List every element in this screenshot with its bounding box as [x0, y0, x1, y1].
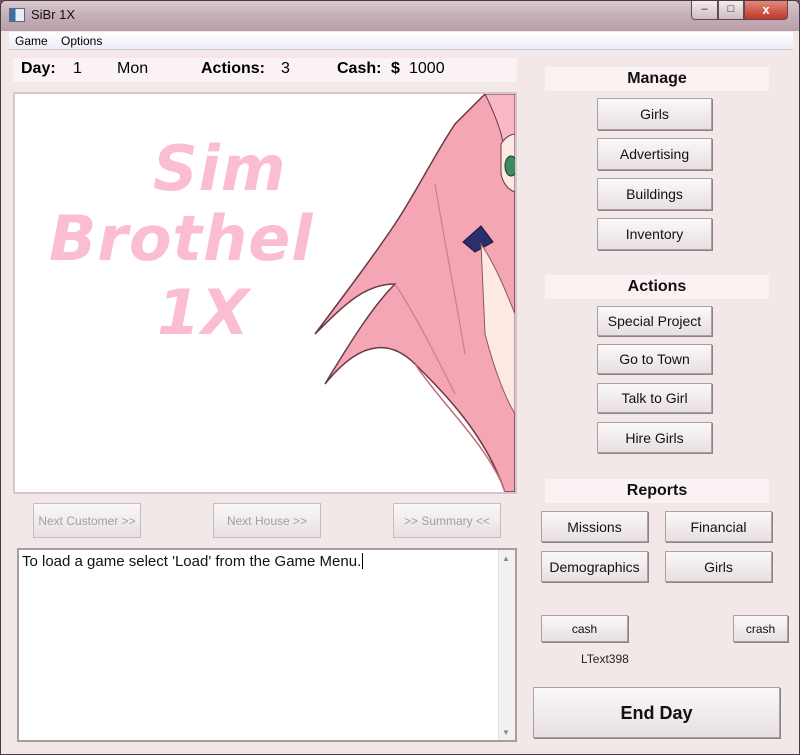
main-window: SiBr 1X – □ x Game Options Day: 1 Mon Ac…	[0, 0, 800, 755]
manage-girls-button[interactable]: Girls	[597, 98, 712, 130]
manage-heading: Manage	[545, 67, 769, 91]
crash-button[interactable]: crash	[733, 615, 788, 642]
window-title: SiBr 1X	[31, 7, 76, 22]
cash-button[interactable]: cash	[541, 615, 628, 642]
girls-report-button[interactable]: Girls	[665, 551, 772, 582]
close-button[interactable]: x	[744, 1, 788, 20]
maximize-button[interactable]: □	[718, 1, 744, 20]
scroll-up-icon[interactable]: ▲	[502, 554, 510, 563]
debug-label: LText398	[581, 652, 629, 666]
talk-to-girl-button[interactable]: Talk to Girl	[597, 383, 712, 413]
menu-bar: Game Options	[9, 32, 793, 50]
cash-label: Cash:	[337, 60, 382, 77]
menu-game[interactable]: Game	[15, 34, 48, 48]
actions-heading: Actions	[545, 275, 769, 299]
go-to-town-button[interactable]: Go to Town	[597, 344, 712, 374]
special-project-button[interactable]: Special Project	[597, 306, 712, 336]
actions-label: Actions:	[201, 60, 265, 77]
next-house-button[interactable]: Next House >>	[213, 503, 321, 538]
reports-heading: Reports	[545, 479, 769, 503]
message-scrollbar[interactable]: ▲ ▼	[498, 550, 515, 740]
weekday-value: Mon	[117, 60, 149, 77]
scroll-down-icon[interactable]: ▼	[502, 728, 510, 737]
message-textbox[interactable]: To load a game select 'Load' from the Ga…	[17, 548, 517, 742]
end-day-button[interactable]: End Day	[533, 687, 780, 738]
hire-girls-button[interactable]: Hire Girls	[597, 422, 712, 453]
advertising-button[interactable]: Advertising	[597, 138, 712, 170]
financial-report-button[interactable]: Financial	[665, 511, 772, 542]
anime-girl-illustration	[314, 94, 515, 492]
cash-value: 1000	[409, 60, 445, 77]
menu-options[interactable]: Options	[61, 34, 102, 48]
day-value: 1	[73, 60, 82, 77]
next-customer-button[interactable]: Next Customer >>	[33, 503, 141, 538]
text-caret	[362, 553, 364, 569]
message-text: To load a game select 'Load' from the Ga…	[22, 553, 362, 570]
day-label: Day:	[21, 60, 56, 77]
demographics-report-button[interactable]: Demographics	[541, 551, 648, 582]
buildings-button[interactable]: Buildings	[597, 178, 712, 210]
minimize-button[interactable]: –	[691, 1, 718, 20]
title-bar[interactable]: SiBr 1X – □ x	[1, 1, 799, 31]
inventory-button[interactable]: Inventory	[597, 218, 712, 250]
title-image: Sim Brothel 1X	[13, 92, 517, 494]
summary-button[interactable]: >> Summary <<	[393, 503, 501, 538]
app-icon	[9, 8, 25, 22]
missions-report-button[interactable]: Missions	[541, 511, 648, 542]
actions-value: 3	[281, 60, 290, 77]
cash-currency: $	[391, 60, 400, 77]
status-bar: Day: 1 Mon Actions: 3 Cash: $ 1000	[13, 58, 517, 82]
